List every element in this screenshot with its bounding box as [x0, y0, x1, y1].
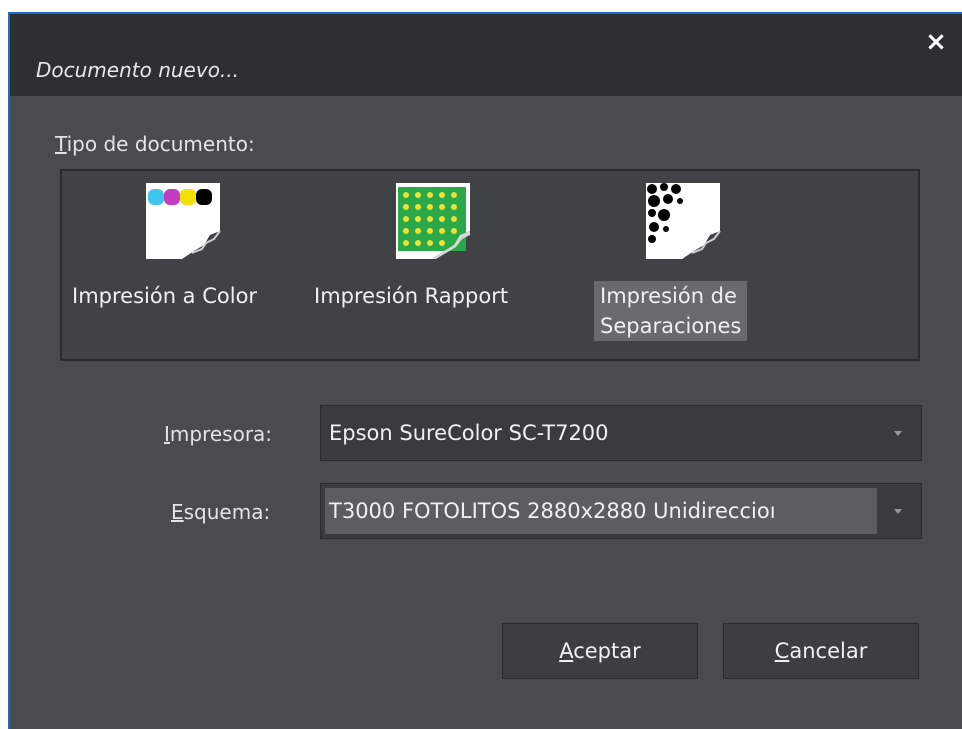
close-button[interactable]: × [922, 28, 950, 56]
accept-button[interactable]: Aceptar [502, 623, 698, 679]
doc-type-list[interactable]: Impresión a Color Impresión Rapport Impr… [60, 169, 920, 361]
separations-print-icon [642, 179, 724, 261]
close-icon: × [925, 27, 947, 57]
printer-label: Impresora: [164, 422, 273, 446]
color-print-icon [142, 179, 224, 261]
scheme-select-dropdown-arrow[interactable] [877, 484, 921, 538]
chevron-down-icon [894, 509, 902, 514]
separations-label-line2: Separaciones [600, 314, 742, 338]
doc-type-separations-print[interactable]: Impresión de Separaciones [592, 171, 812, 356]
doc-type-label: Tipo de documento: [55, 132, 255, 156]
scheme-select-value: T3000 FOTOLITOS 2880x2880 Unidireccioı [325, 488, 877, 534]
window-title: Documento nuevo... [36, 58, 240, 82]
doc-type-rapport-print[interactable]: Impresión Rapport [312, 171, 572, 356]
dialog-window: Documento nuevo... × Tipo de documento: [8, 12, 962, 729]
doc-type-color-print[interactable]: Impresión a Color [62, 171, 312, 356]
title-bar[interactable]: Documento nuevo... × [10, 14, 962, 96]
scheme-select[interactable]: T3000 FOTOLITOS 2880x2880 Unidireccioı [320, 483, 922, 539]
rapport-print-icon [392, 179, 474, 261]
printer-select[interactable]: Epson SureColor SC-T7200 [320, 405, 922, 461]
dialog: Documento nuevo... × Tipo de documento: [0, 0, 962, 729]
doc-type-separations-print-label: Impresión de Separaciones [594, 281, 748, 341]
doc-type-color-print-label: Impresión a Color [72, 284, 258, 308]
chevron-down-icon [894, 431, 902, 436]
printer-select-dropdown-arrow[interactable] [877, 406, 921, 460]
printer-select-value: Epson SureColor SC-T7200 [329, 421, 609, 445]
scheme-label: Esquema: [171, 500, 271, 524]
cancel-button[interactable]: Cancelar [723, 623, 919, 679]
doc-type-rapport-print-label: Impresión Rapport [314, 284, 509, 308]
separations-label-line1: Impresión de [600, 284, 737, 308]
